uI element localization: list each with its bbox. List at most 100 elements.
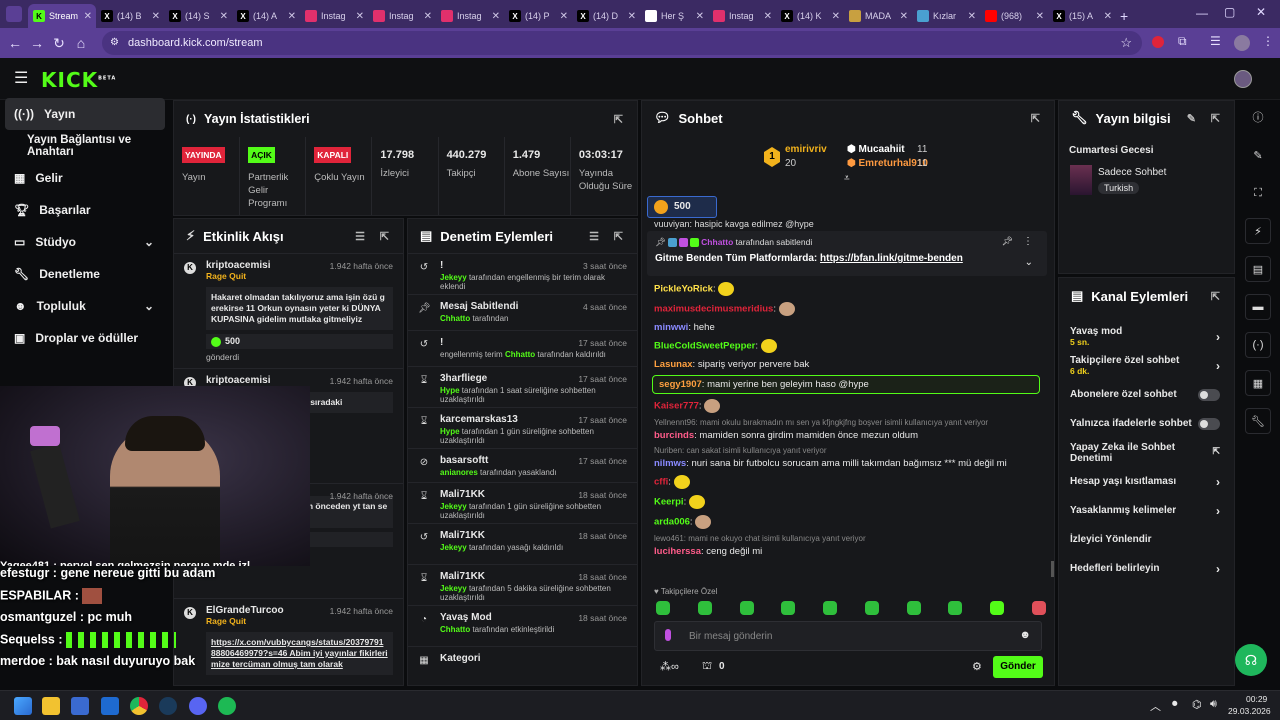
close-tab-icon[interactable]: ✕: [288, 11, 296, 22]
layout-icon[interactable]: ▦: [1245, 370, 1271, 396]
sidebar-item-topluluk[interactable]: ☻ Topluluk ⌄: [0, 290, 170, 322]
moderation-item[interactable]: ↺! 3 saat önce Jekeyy tarafından engellenm…: [408, 253, 637, 294]
browser-tab[interactable]: X (15) A ✕: [1048, 4, 1116, 28]
moderation-item[interactable]: ⊘ basarsoftt 17 saat önce anianores tarafın…: [408, 448, 637, 482]
url-field[interactable]: ⚙ dashboard.kick.com/stream ☆: [102, 31, 1142, 55]
emote-button[interactable]: [864, 601, 879, 615]
chat-username[interactable]: segy1907: [659, 379, 702, 390]
close-tab-icon[interactable]: ✕: [152, 11, 160, 22]
close-tab-icon[interactable]: ✕: [84, 11, 92, 22]
close-tab-icon[interactable]: ✕: [560, 11, 568, 22]
popout-icon[interactable]: ⇱: [1211, 290, 1220, 303]
moderator-name[interactable]: anianores: [440, 468, 478, 477]
channel-action[interactable]: Yasaklanmış kelimeler ›: [1059, 496, 1234, 525]
leaderboard-user[interactable]: emirivriv: [785, 144, 827, 155]
kick-logo[interactable]: KICKBETA: [41, 68, 116, 92]
channel-action[interactable]: Yapay Zeka ile Sohbet Denetimi ⇱: [1059, 438, 1234, 467]
moderation-item[interactable]: ⌛︎ 3harfliege 17 saat önce Hype tarafından …: [408, 366, 637, 407]
profile-avatar[interactable]: [1234, 35, 1250, 51]
close-tab-icon[interactable]: ✕: [832, 11, 840, 22]
chat-message[interactable]: luciherssa: ceng değil mi: [642, 543, 1050, 560]
moderator-name[interactable]: Jekeyy: [440, 273, 467, 282]
toggle-switch[interactable]: [1198, 389, 1220, 401]
chat-message[interactable]: nilmws: nuri sana bir futbolcu sorucam a…: [642, 455, 1050, 472]
browser-tab[interactable]: K Stream ✕: [28, 4, 96, 28]
info-icon[interactable]: ⓘ: [1245, 104, 1271, 130]
chat-message[interactable]: segy1907: mami yerine ben geleyim haso @…: [652, 375, 1040, 394]
channel-action[interactable]: Yalnızca ifadelerle sohbet: [1059, 409, 1234, 438]
moderation-item[interactable]: ⌛︎ Mali71KK 18 saat önce Jekeyy tarafından …: [408, 482, 637, 523]
emote-button[interactable]: [781, 601, 796, 615]
windows-start-icon[interactable]: [14, 697, 32, 715]
chat-username[interactable]: arda006: [654, 517, 690, 528]
popout-icon[interactable]: ⇱: [614, 230, 623, 243]
sidebar-item-yayin[interactable]: ((·)) Yayın: [5, 98, 165, 130]
emote-button[interactable]: [739, 601, 754, 615]
moderation-item[interactable]: ▦ Kategori: [408, 646, 637, 668]
browser-tab[interactable]: Instag ✕: [368, 4, 436, 28]
site-info-icon[interactable]: ⚙: [110, 31, 119, 55]
microphone-icon[interactable]: [665, 629, 671, 641]
close-tab-icon[interactable]: ✕: [764, 11, 772, 22]
channel-action[interactable]: Takipçilere özel sohbet 6 dk. ›: [1059, 351, 1234, 380]
moderator-name[interactable]: Hype: [440, 386, 460, 395]
chat-bubble-icon[interactable]: ▬: [1245, 294, 1271, 320]
browser-tab[interactable]: Instag ✕: [300, 4, 368, 28]
emote-button[interactable]: [697, 601, 712, 615]
sidebar-item-basarilar[interactable]: 🏆︎ Başarılar: [0, 194, 170, 226]
channel-action[interactable]: Hedefleri belirleyin ›: [1059, 554, 1234, 583]
popout-icon[interactable]: ⇱: [1031, 112, 1040, 125]
filter-icon[interactable]: ☰: [355, 230, 365, 243]
leaderboard-user[interactable]: ⬢ Mucaahiit: [847, 144, 905, 155]
broadcast-icon[interactable]: (·): [1245, 332, 1271, 358]
close-tab-icon[interactable]: ✕: [628, 11, 636, 22]
home-icon[interactable]: ⌂: [70, 35, 92, 51]
chat-username[interactable]: cffi: [654, 477, 668, 488]
chat-message[interactable]: burcinds: mamiden sonra girdim mamiden ö…: [642, 427, 1050, 444]
popout-icon[interactable]: ⇱: [1211, 112, 1220, 125]
edit-pencil-icon[interactable]: ✎: [1187, 112, 1196, 125]
emote-button[interactable]: [656, 601, 670, 615]
chat-username[interactable]: nilmws: [654, 458, 686, 469]
chat-username[interactable]: maximusdecimusmeridius: [654, 304, 773, 315]
chat-message[interactable]: Kaiser777:: [642, 396, 1050, 416]
chat-username[interactable]: Keerpi: [654, 497, 684, 508]
browser-tab[interactable]: X (14) K ✕: [776, 4, 844, 28]
kicks-counter[interactable]: 500: [647, 196, 717, 218]
expand-chevron-icon[interactable]: ⩡: [844, 173, 850, 184]
user-avatar[interactable]: [1234, 70, 1252, 88]
settings-gear-icon[interactable]: ⚙: [972, 660, 982, 673]
moderator-name[interactable]: Chhatto: [505, 350, 535, 359]
moderation-item[interactable]: ⌛︎ karcemarskas13 17 saat önce Hype tarafın…: [408, 407, 637, 448]
fullscreen-icon[interactable]: ⛶: [1245, 180, 1271, 206]
close-tab-icon[interactable]: ✕: [356, 11, 364, 22]
emote-button[interactable]: [906, 601, 921, 615]
close-tab-icon[interactable]: ✕: [1104, 11, 1112, 22]
chat-message[interactable]: cffi:: [642, 472, 1050, 492]
document-icon[interactable]: ▤: [1245, 256, 1271, 282]
extension-icon[interactable]: [1152, 36, 1164, 48]
emote-button[interactable]: [948, 601, 963, 615]
connections-icon[interactable]: ⁂∞: [660, 660, 679, 673]
steam-icon[interactable]: [159, 697, 177, 715]
moderator-name[interactable]: Jekeyy: [440, 584, 467, 593]
moderator-name[interactable]: Hype: [440, 427, 460, 436]
stream-category[interactable]: Sadece Sohbet: [1098, 167, 1166, 178]
chat-input[interactable]: Bir mesaj gönderin ☻: [654, 621, 1042, 651]
network-icon[interactable]: ⌬: [1192, 698, 1202, 711]
chat-username[interactable]: Lasunax: [654, 359, 693, 370]
window-maximize-button[interactable]: ▢: [1224, 5, 1235, 19]
window-close-button[interactable]: ✕: [1256, 5, 1266, 19]
browser-menu-icon[interactable]: ⋮: [1262, 34, 1274, 48]
volume-icon[interactable]: 🔊︎: [1210, 698, 1217, 711]
pinned-author[interactable]: Chhatto: [701, 237, 733, 247]
mic-tray-icon[interactable]: ⏺: [1172, 698, 1178, 711]
chat-username[interactable]: BlueColdSweetPepper: [654, 341, 755, 352]
forward-arrow-icon[interactable]: →: [26, 35, 48, 51]
browser-tab[interactable]: Kızlar ✕: [912, 4, 980, 28]
close-tab-icon[interactable]: ✕: [968, 11, 976, 22]
browser-tab[interactable]: X (14) D ✕: [572, 4, 640, 28]
moderator-name[interactable]: Chhatto: [440, 314, 470, 323]
new-tab-button[interactable]: +: [1116, 8, 1136, 28]
chat-username[interactable]: Kaiser777: [654, 401, 699, 412]
